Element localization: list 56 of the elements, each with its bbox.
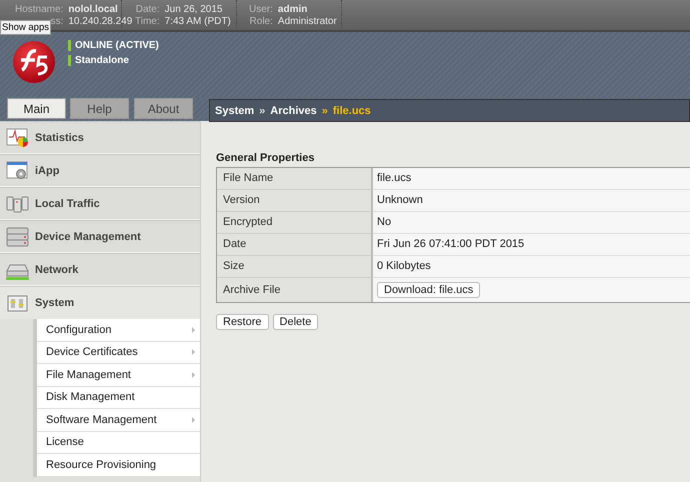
tooltip: Show apps xyxy=(0,20,52,35)
property-label: Archive File xyxy=(217,278,373,302)
property-value: 0 Kilobytes xyxy=(373,256,690,278)
property-value: file.ucs xyxy=(373,168,690,190)
breadcrumb-separator: » xyxy=(322,104,328,116)
sidebar-item[interactable]: iApp xyxy=(0,154,200,187)
field-label: Role: xyxy=(250,16,273,28)
property-label: File Name xyxy=(217,168,373,190)
field-value: nolol.local xyxy=(68,4,119,16)
sidebar-item[interactable]: System xyxy=(0,286,200,319)
sidebar-item[interactable]: Network xyxy=(0,253,200,286)
submenu-item[interactable]: License xyxy=(37,432,200,454)
field-value: 10.240.28.249 xyxy=(68,16,132,28)
breadcrumb-separator: » xyxy=(259,104,266,116)
field-label: ss: xyxy=(50,16,64,28)
field-label: User: xyxy=(249,4,273,16)
breadcrumb-item[interactable]: System xyxy=(215,104,254,116)
field-label: Time: xyxy=(135,16,160,28)
submenu-item[interactable]: Configuration xyxy=(37,319,200,342)
submenu-item[interactable]: Resource Provisioning xyxy=(37,454,200,476)
field-value: Administrator xyxy=(278,16,337,28)
tab[interactable]: Main xyxy=(7,98,66,119)
property-label: Size xyxy=(217,256,373,278)
field-value: admin xyxy=(278,4,308,16)
breadcrumb-item[interactable]: Archives xyxy=(270,104,317,116)
submenu-item[interactable]: Software Management xyxy=(37,409,200,432)
property-value: Unknown xyxy=(373,190,690,212)
system-icon xyxy=(6,292,29,314)
section-title: General Properties xyxy=(216,152,314,164)
tab[interactable]: Help xyxy=(70,98,129,119)
tab[interactable]: About xyxy=(134,98,193,119)
breadcrumb-item: file.ucs xyxy=(332,104,371,116)
submenu-item[interactable]: Disk Management xyxy=(37,386,200,409)
download-button[interactable]: Download: file.ucs xyxy=(377,282,480,298)
field-label: Hostname: xyxy=(15,4,64,16)
property-label: Date xyxy=(217,234,373,256)
field-value: 7:43 AM (PDT) xyxy=(164,16,231,28)
sidebar-item[interactable]: Local Traffic xyxy=(0,187,200,220)
property-value: No xyxy=(373,212,690,234)
property-label: Version xyxy=(217,190,373,212)
property-value: Fri Jun 26 07:41:00 PDT 2015 xyxy=(373,234,690,256)
property-label: Encrypted xyxy=(217,212,373,234)
action-button[interactable]: Delete xyxy=(272,314,318,330)
submenu-item[interactable]: Device Certificates xyxy=(37,342,200,364)
iapp-icon xyxy=(6,160,29,181)
statistics-icon xyxy=(6,127,29,148)
device-icon xyxy=(6,226,29,247)
status-text: Standalone xyxy=(75,55,129,66)
submenu-item[interactable]: File Management xyxy=(37,364,200,386)
status-text: ONLINE (ACTIVE) xyxy=(75,40,159,51)
field-value: Jun 26, 2015 xyxy=(164,4,224,16)
action-button[interactable]: Restore xyxy=(216,314,269,330)
field-label: Date: xyxy=(136,4,160,16)
sidebar-item[interactable]: Statistics xyxy=(0,121,200,154)
sidebar-item[interactable]: Device Management xyxy=(0,220,200,253)
f5-logo xyxy=(12,40,56,84)
